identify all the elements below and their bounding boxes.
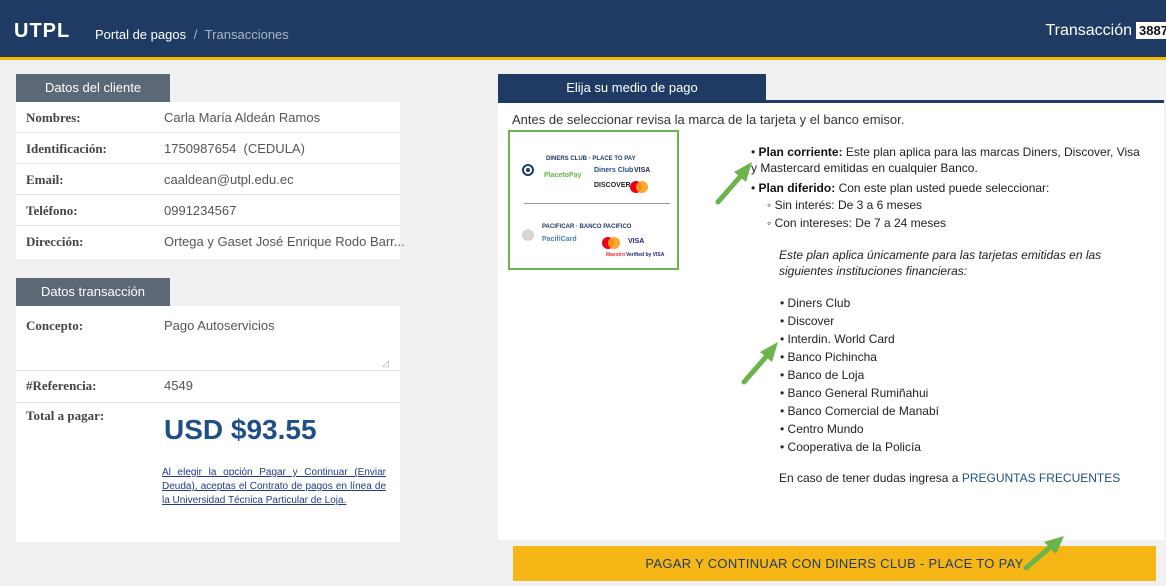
total-label: Total a pagar: — [26, 408, 105, 423]
client-email-label: Email: — [26, 172, 64, 187]
client-row-address: Dirección: Ortega y Gaset José Enrique R… — [16, 226, 405, 257]
client-panel: Nombres: Carla María Aldeán Ramos Identi… — [16, 102, 405, 259]
mastercard-icon — [602, 236, 620, 249]
client-row-phone: Teléfono: 0991234567 — [16, 195, 400, 226]
placetopay-logo: PlacetoPay — [544, 172, 582, 179]
contract-link[interactable]: Al elegir la opción Pagar y Continuar (E… — [162, 466, 386, 508]
faq-text: En caso de tener dudas ingresa a — [779, 471, 959, 485]
transaction-indicator: Transacción 3887 — [1045, 22, 1166, 40]
resize-handle-icon[interactable]: ◿ — [382, 358, 389, 369]
concept-value[interactable]: Pago Autoservicios — [164, 318, 275, 333]
options-divider — [524, 203, 670, 204]
transaction-number: 3887 — [1136, 22, 1166, 40]
plan-diferido-text: Con este plan usted puede seleccionar: — [838, 181, 1050, 195]
top-navbar: UTPL Portal de pagos / Transacciones Tra… — [0, 0, 1166, 60]
payment-options-box: DINERS CLUB · PLACE TO PAY PlacetoPay Di… — [508, 130, 679, 270]
client-phone-label: Teléfono: — [26, 203, 78, 218]
client-row-id: Identificación: 1750987654 (CEDULA) — [16, 133, 400, 164]
list-item: • Centro Mundo — [780, 422, 864, 436]
tab-transaction-data: Datos transacción — [16, 278, 170, 306]
sub-option-text: Sin interés: De 3 a 6 meses — [774, 198, 922, 212]
institutions-note: Este plan aplica únicamente para las tar… — [779, 248, 1102, 278]
institution-name: Interdin. World Card — [787, 332, 895, 346]
verified-visa-logo: Verified by VISA — [626, 252, 665, 258]
list-item: • Diners Club — [780, 296, 851, 310]
arrow-icon — [1023, 536, 1064, 571]
client-address-label: Dirección: — [26, 234, 84, 249]
client-id-value: 1750987654 (CEDULA) — [164, 141, 305, 156]
divider — [16, 402, 400, 403]
pacificard-logo: PacifiCard — [542, 236, 577, 243]
list-item: • Discover — [780, 314, 835, 328]
client-row-name: Nombres: Carla María Aldeán Ramos — [16, 102, 400, 133]
institution-name: Banco Comercial de Manabí — [787, 404, 939, 418]
concept-label: Concepto: — [26, 318, 84, 333]
institution-name: Banco de Loja — [787, 368, 865, 382]
list-item: • Cooperativa de la Policía — [780, 440, 921, 454]
plan-corriente: • Plan corriente: Este plan aplica para … — [751, 145, 1140, 175]
breadcrumb-portal[interactable]: Portal de pagos — [95, 27, 186, 42]
option-diners-label[interactable]: DINERS CLUB · PLACE TO PAY — [546, 156, 636, 162]
client-row-email: Email: caaldean@utpl.edu.ec — [16, 164, 400, 195]
client-name-value: Carla María Aldeán Ramos — [164, 110, 321, 125]
plan-diferido: • Plan diferido: Con este plan usted pue… — [751, 181, 1050, 195]
institution-name: Cooperativa de la Policía — [787, 440, 921, 454]
breadcrumb: Portal de pagos / Transacciones — [95, 27, 289, 42]
client-name-label: Nombres: — [26, 110, 81, 125]
sub-option: ◦ Con intereses: De 7 a 24 meses — [767, 216, 947, 230]
institution-name: Centro Mundo — [787, 422, 864, 436]
discover-logo: DISCOVER — [594, 182, 631, 189]
diners-logo: Diners Club — [594, 167, 634, 174]
tab-client-data: Datos del cliente — [16, 74, 170, 102]
divider — [16, 370, 400, 371]
transaction-panel: Concepto: Pago Autoservicios ◿ #Referenc… — [16, 306, 400, 542]
faq-link[interactable]: PREGUNTAS FRECUENTES — [962, 471, 1120, 485]
reference-label: #Referencia: — [26, 378, 97, 393]
transaction-label: Transacción — [1045, 22, 1132, 39]
institution-name: Banco Pichincha — [787, 350, 877, 364]
list-item: • Banco General Rumiñahui — [780, 386, 929, 400]
institution-name: Banco General Rumiñahui — [787, 386, 929, 400]
client-email-value: caaldean@utpl.edu.ec — [164, 172, 294, 187]
total-amount: USD $93.55 — [164, 414, 317, 445]
sub-option-text: Con intereses: De 7 a 24 meses — [774, 216, 947, 230]
institution-name: Diners Club — [787, 296, 851, 310]
plan-diferido-title: Plan diferido: — [758, 181, 836, 195]
radio-diners-selected[interactable] — [522, 164, 534, 176]
faq-line: En caso de tener dudas ingresa a PREGUNT… — [779, 471, 1120, 485]
client-phone-value: 0991234567 — [164, 203, 237, 218]
list-item: • Banco Pichincha — [780, 350, 877, 364]
client-address-value: Ortega y Gaset José Enrique Rodo Barr... — [164, 234, 405, 249]
institution-name: Discover — [787, 314, 835, 328]
tab-payment-method: Elija su medio de pago — [498, 74, 766, 102]
option-pacificard-label[interactable]: PACIFICAR · BANCO PACIFICO — [542, 224, 631, 230]
list-item: • Interdin. World Card — [780, 332, 895, 346]
list-item: • Banco Comercial de Manabí — [780, 404, 939, 418]
list-item: • Banco de Loja — [780, 368, 865, 382]
mastercard-icon — [630, 180, 648, 193]
reference-value: 4549 — [164, 378, 193, 393]
payment-intro: Antes de seleccionar revisa la marca de … — [512, 112, 905, 127]
radio-pacificard[interactable] — [522, 229, 534, 241]
arrow-icon — [715, 162, 752, 205]
arrow-icon — [741, 342, 778, 385]
client-id-label: Identificación: — [26, 141, 107, 156]
brand-logo[interactable]: UTPL — [14, 20, 70, 43]
plan-corriente-title: Plan corriente: — [758, 145, 843, 159]
visa-logo: VISA — [634, 167, 651, 174]
breadcrumb-current: Transacciones — [204, 27, 289, 42]
maestro-logo: Maestro — [606, 252, 626, 258]
breadcrumb-separator: / — [193, 27, 198, 42]
visa-logo: VISA — [628, 238, 645, 245]
sub-option: ◦ Sin interés: De 3 a 6 meses — [767, 198, 922, 212]
